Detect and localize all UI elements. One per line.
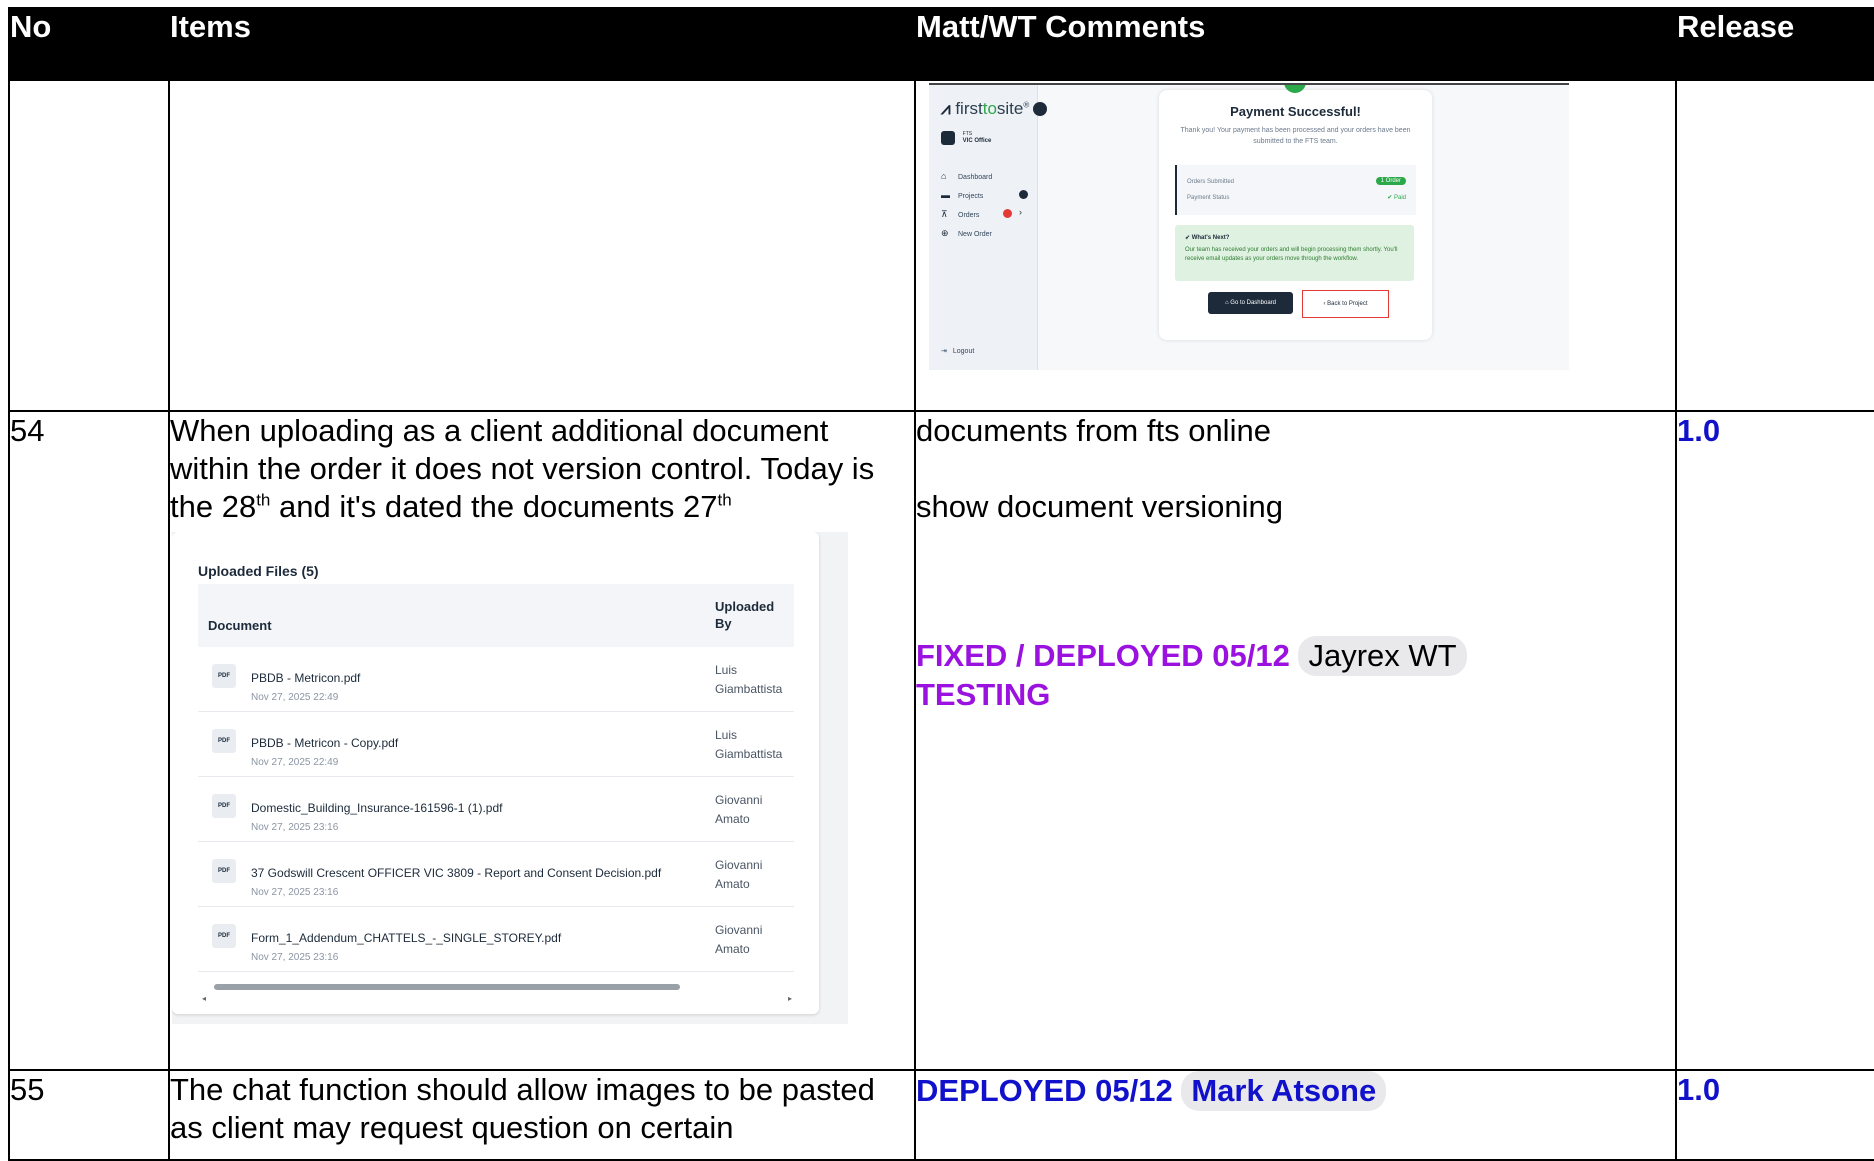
table-row: 55 The chat function should allow images… — [8, 1069, 1874, 1161]
go-to-dashboard-button: ⌂ Go to Dashboard — [1208, 292, 1293, 314]
pdf-file-icon: PDF — [212, 664, 236, 688]
payment-card: Payment Successful! Thank you! Your paym… — [1159, 85, 1432, 340]
assignee-chip: Jayrex WT — [1298, 636, 1467, 676]
orders-count-badge — [1003, 209, 1012, 218]
pdf-file-icon: PDF — [212, 729, 236, 753]
files-table-header: Document Uploaded By — [198, 584, 794, 647]
plus-circle-icon: ⊕ — [941, 228, 949, 238]
item-description: When uploading as a client additional do… — [168, 410, 916, 1071]
status-text: DEPLOYED 05/12 — [916, 1073, 1173, 1108]
status-text-continued: TESTING — [916, 677, 1051, 712]
office-selector: FTS VIC Office — [941, 131, 991, 145]
logout-link: ⇥ Logout — [941, 348, 975, 355]
whats-next-box: ➶ What's Next? Our team has received you… — [1175, 225, 1414, 281]
app-sidebar: ⩘ firsttosite® FTS VIC Office ⌂ Dashboard… — [929, 85, 1048, 370]
payment-title: Payment Successful! — [1230, 104, 1361, 119]
assignee-chip: Mark Atsone — [1181, 1071, 1387, 1111]
header-release: Release — [1675, 7, 1874, 81]
header-no: No — [8, 7, 170, 81]
comments-cell: ⩘ firsttosite® FTS VIC Office ⌂ Dashboard… — [914, 79, 1677, 412]
back-to-project-button: ‹ Back to Project — [1302, 290, 1389, 318]
table-row: 54 When uploading as a client additional… — [8, 410, 1874, 1071]
file-row: PDF Form_1_Addendum_CHATTELS_-_SINGLE_ST… — [198, 907, 794, 972]
issue-tracker-table: No Items Matt/WT Comments Release ⩘ firs… — [8, 7, 1874, 1161]
nav-new-order: ⊕ New Order — [941, 228, 992, 238]
payment-success-screenshot: ⩘ firsttosite® FTS VIC Office ⌂ Dashboard… — [929, 83, 1569, 370]
logo-mark-icon: ⩘ — [941, 99, 951, 118]
projects-count-badge — [1019, 190, 1028, 199]
order-summary-box: Orders Submitted 1 Order Payment Status … — [1175, 165, 1416, 215]
nav-dashboard: ⌂ Dashboard — [941, 171, 993, 181]
release-value: 1.0 — [1675, 410, 1874, 1071]
row-number: 55 — [8, 1069, 170, 1161]
item-description: The chat function should allow images to… — [168, 1069, 916, 1161]
nav-projects: ▬ Projects — [941, 190, 984, 200]
items-cell — [168, 79, 916, 412]
uploaded-files-card: Uploaded Files (5) Document Uploaded By … — [172, 532, 819, 1014]
no-cell — [8, 79, 170, 412]
check-icon: ✔ — [1387, 195, 1393, 201]
header-items: Items — [168, 7, 916, 81]
file-row: PDF PBDB - Metricon - Copy.pdf Nov 27, 2… — [198, 712, 794, 777]
home-icon: ⌂ — [941, 171, 947, 181]
file-row: PDF Domestic_Building_Insurance-161596-1… — [198, 777, 794, 842]
comment-line: documents from fts online — [916, 413, 1271, 448]
comment-line: show document versioning — [916, 489, 1284, 524]
file-row: PDF 37 Godswill Crescent OFFICER VIC 380… — [198, 842, 794, 907]
orders-badge: 1 Order — [1375, 177, 1406, 185]
scroll-right-icon: ▸ — [787, 994, 792, 1003]
uploaded-files-screenshot: Uploaded Files (5) Document Uploaded By … — [172, 532, 848, 1024]
row-number: 54 — [8, 410, 170, 1071]
table-header-row: No Items Matt/WT Comments Release — [8, 7, 1874, 81]
document-page: No Items Matt/WT Comments Release ⩘ firs… — [0, 0, 1874, 1161]
file-row: PDF PBDB - Metricon.pdf Nov 27, 2025 22:… — [198, 647, 794, 712]
home-icon: ⌂ — [1225, 300, 1229, 306]
release-cell — [1675, 79, 1874, 412]
scroll-left-icon: ◂ — [202, 994, 207, 1003]
release-value: 1.0 — [1675, 1069, 1874, 1161]
chevron-right-icon: › — [1019, 207, 1022, 217]
horizontal-scrollbar: ◂ ▸ — [202, 982, 792, 1003]
payment-subtitle: Thank you! Your payment has been process… — [1180, 127, 1411, 145]
cart-icon: ⊼ — [941, 209, 948, 219]
comments-cell: DEPLOYED 05/12 Mark Atsone — [914, 1069, 1677, 1161]
success-icon — [1284, 85, 1306, 93]
fts-logo: ⩘ firsttosite® — [941, 99, 1048, 119]
pdf-file-icon: PDF — [212, 794, 236, 818]
chevron-left-icon: ‹ — [1323, 301, 1326, 307]
folder-icon: ▬ — [941, 190, 950, 200]
pdf-file-icon: PDF — [212, 924, 236, 948]
nav-orders: ⊼ Orders — [941, 209, 980, 219]
office-icon — [941, 131, 955, 145]
scrollbar-thumb — [214, 984, 680, 990]
collapse-icon — [1033, 102, 1048, 116]
rocket-icon: ➶ — [1185, 235, 1191, 241]
comments-cell: documents from fts online show document … — [914, 410, 1677, 1071]
table-row: ⩘ firsttosite® FTS VIC Office ⌂ Dashboard… — [8, 79, 1874, 412]
paid-status: ✔ Paid — [1387, 195, 1406, 201]
item-text: When uploading as a client additional do… — [170, 413, 875, 524]
header-comments: Matt/WT Comments — [914, 7, 1677, 81]
status-text: FIXED / DEPLOYED 05/12 — [916, 638, 1290, 673]
logout-icon: ⇥ — [941, 348, 947, 355]
pdf-file-icon: PDF — [212, 859, 236, 883]
